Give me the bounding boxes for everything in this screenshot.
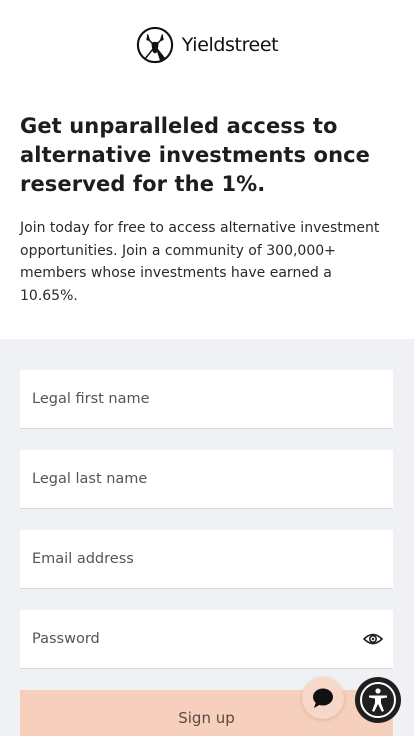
eye-icon[interactable]	[363, 630, 383, 648]
chat-button[interactable]	[302, 677, 344, 719]
first-name-field[interactable]	[20, 370, 393, 429]
first-name-input[interactable]	[32, 391, 332, 407]
accessibility-button[interactable]	[355, 677, 401, 723]
signup-form: Sign up	[0, 339, 414, 736]
page-headline: Get unparalleled access to alternative i…	[20, 114, 371, 196]
password-field[interactable]	[20, 610, 393, 669]
brand-logo[interactable]: Yieldstreet	[0, 0, 414, 66]
email-field[interactable]	[20, 530, 393, 589]
chat-bubble-icon	[313, 688, 333, 708]
deer-logo-icon	[136, 26, 173, 63]
last-name-input[interactable]	[32, 471, 332, 487]
password-input[interactable]	[32, 631, 332, 647]
page-description: Join today for free to access alternativ…	[20, 220, 380, 304]
last-name-field[interactable]	[20, 450, 393, 509]
hero-section: Yieldstreet Get unparalleled access to a…	[0, 0, 414, 339]
brand-name: Yieldstreet	[181, 33, 279, 56]
accessibility-icon	[360, 682, 396, 718]
email-input[interactable]	[32, 551, 332, 567]
